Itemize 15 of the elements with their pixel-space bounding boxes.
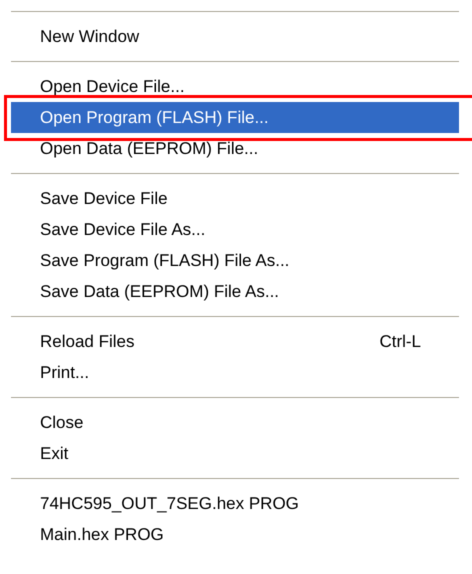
menu-item[interactable]: Close: [11, 407, 459, 438]
menu-item[interactable]: Open Data (EEPROM) File...: [11, 133, 459, 164]
menu-item[interactable]: Print...: [11, 357, 459, 388]
menu-item[interactable]: Reload Files Ctrl-L: [11, 326, 459, 357]
shortcut-label: Ctrl-L: [379, 330, 421, 353]
menu-item[interactable]: 74HC595_OUT_7SEG.hex PROG: [11, 488, 459, 519]
menu-item[interactable]: Exit: [11, 438, 459, 469]
menu-item[interactable]: Open Device File...: [11, 71, 459, 102]
menu-item[interactable]: Main.hex PROG: [11, 519, 459, 550]
menu-item[interactable]: Save Device File As...: [11, 214, 459, 245]
menu-item[interactable]: Save Program (FLASH) File As...: [11, 245, 459, 276]
menu-item[interactable]: New Window: [11, 21, 459, 52]
menu-item[interactable]: Save Data (EEPROM) File As...: [11, 276, 459, 307]
menu-item[interactable]: Open Program (FLASH) File...: [11, 102, 459, 133]
menu-item[interactable]: Save Device File: [11, 183, 459, 214]
